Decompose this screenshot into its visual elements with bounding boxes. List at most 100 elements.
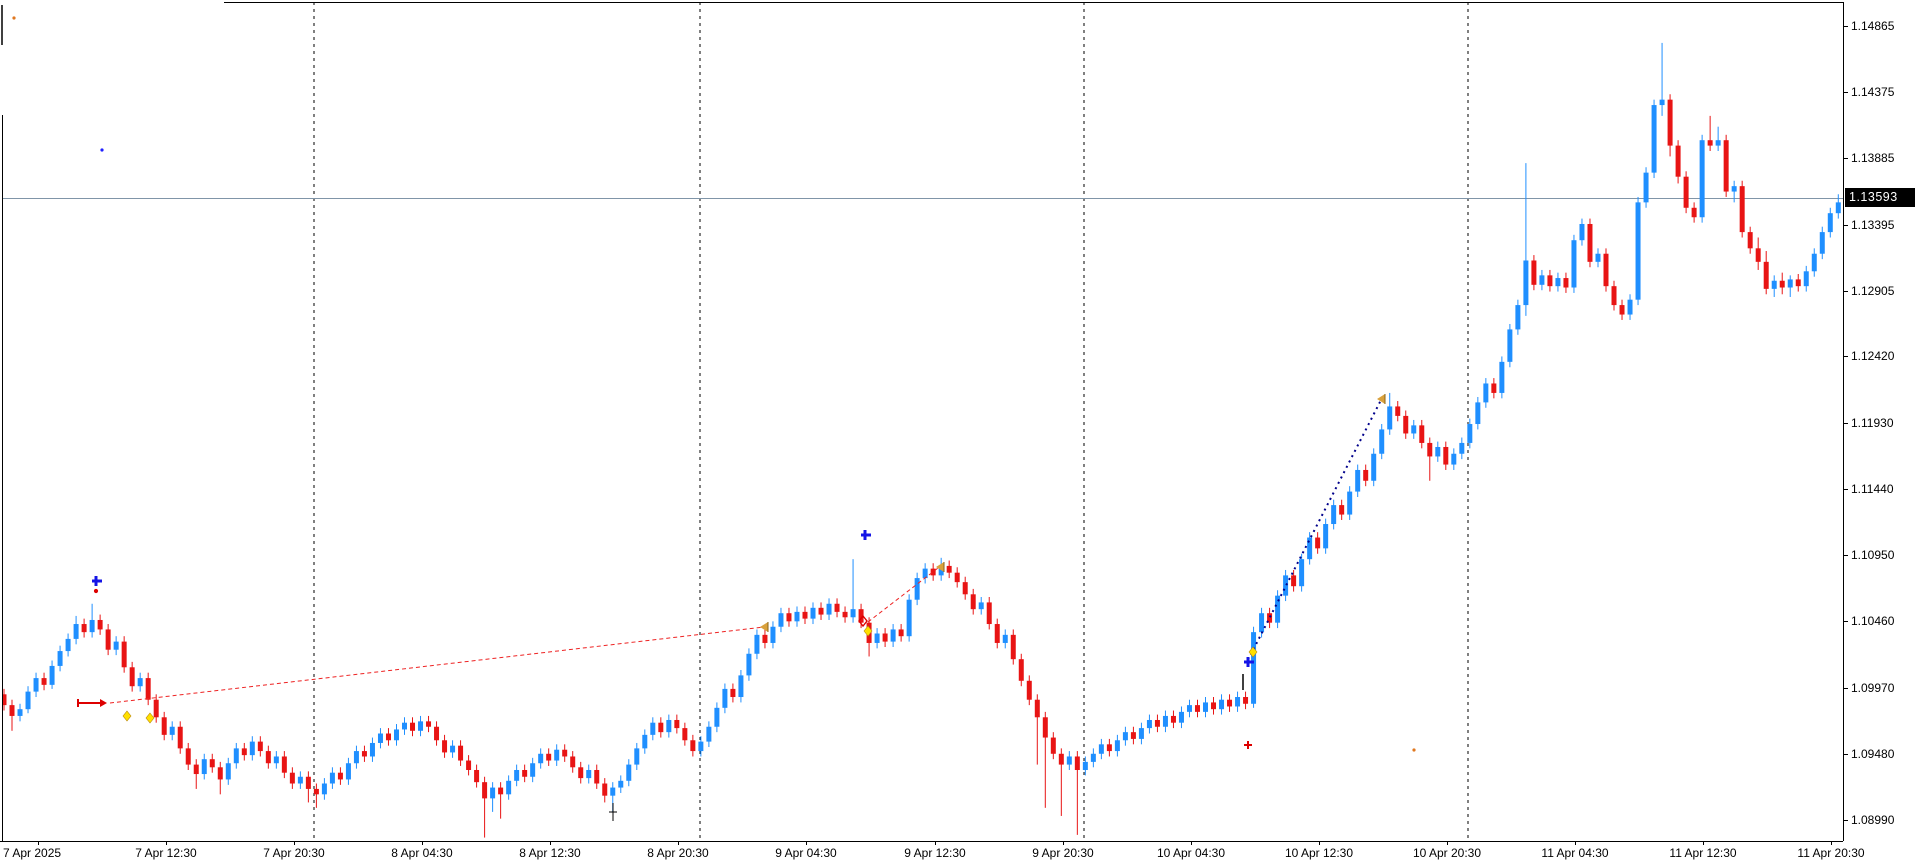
time-axis-label: 7 Apr 12:30	[135, 846, 197, 860]
candle-body	[458, 745, 464, 761]
candle-body	[305, 776, 311, 789]
price-axis-label: 1.10950	[1851, 548, 1895, 563]
candle-body	[1731, 186, 1737, 192]
price-axis-label: 1.11930	[1851, 415, 1894, 430]
candle-body	[1339, 505, 1345, 515]
price-axis-label: 1.12905	[1851, 283, 1895, 298]
time-axis-label: 8 Apr 04:30	[391, 846, 453, 860]
candle-body	[1635, 202, 1641, 300]
candle-body	[209, 759, 215, 768]
candle-body	[1699, 140, 1705, 218]
time-axis-label: 9 Apr 20:30	[1032, 846, 1094, 860]
candle-body	[586, 769, 592, 779]
candle-body	[1178, 711, 1184, 723]
candle-body	[634, 748, 640, 765]
candle-body	[746, 653, 752, 676]
candlestick-chart[interactable]: 1.14865 1.14375 1.13885 1.13395 1.12905 1.124…	[0, 0, 1916, 867]
candle-body	[402, 722, 407, 730]
candle-body	[1042, 717, 1048, 738]
candle-body	[1619, 305, 1625, 315]
candle-body	[1074, 756, 1080, 770]
time-axis-label: 9 Apr 12:30	[904, 846, 966, 860]
candle-body	[1523, 260, 1529, 306]
candle-body	[834, 603, 840, 612]
candle-body	[313, 788, 319, 795]
candle-body	[337, 772, 343, 780]
candle-body	[650, 722, 656, 735]
yellow-diamond-marker	[145, 712, 155, 724]
candle-body	[57, 651, 63, 666]
candle-body	[1235, 697, 1241, 707]
candle-body	[770, 626, 776, 643]
candle-body	[1683, 176, 1689, 208]
time-axis-label: 11 Apr 20:30	[1797, 846, 1865, 860]
candle-body	[522, 769, 528, 777]
candle-body	[1771, 280, 1777, 289]
candle-body	[962, 582, 968, 595]
chart-plot-area[interactable]	[0, 0, 1916, 867]
candle-body	[1795, 279, 1801, 287]
candle-body	[1227, 699, 1233, 707]
price-axis-label: 1.09480	[1851, 746, 1895, 761]
candle-body	[618, 780, 624, 788]
candle-body	[850, 609, 856, 618]
candle-body	[882, 633, 888, 642]
candle-body	[97, 619, 103, 630]
candle-body	[1411, 425, 1417, 434]
candle-body	[105, 629, 111, 650]
candle-body	[49, 665, 55, 685]
candle-body	[129, 667, 135, 687]
candle-body	[786, 613, 792, 622]
candle-body	[1819, 232, 1825, 254]
candle-body	[1563, 278, 1569, 288]
time-axis-label: 11 Apr 04:30	[1541, 846, 1609, 860]
candle-body	[562, 749, 568, 757]
candle-body	[1515, 305, 1521, 330]
candle-body	[890, 629, 896, 642]
candle-body	[418, 721, 424, 731]
price-axis-label: 1.10460	[1851, 614, 1895, 629]
candle-body	[738, 675, 744, 698]
candle-body	[321, 783, 327, 795]
candle-body	[201, 759, 207, 775]
candle-body	[345, 763, 351, 780]
candle-body	[898, 629, 904, 637]
candle-body	[1146, 719, 1152, 729]
time-axis-label: 9 Apr 04:30	[775, 846, 837, 860]
red-arrow-marker	[100, 699, 107, 707]
candle-body	[1499, 361, 1505, 393]
candle-body	[546, 753, 552, 761]
candle-body	[826, 603, 832, 615]
candle-body	[1659, 99, 1665, 106]
candle-body	[498, 787, 504, 795]
candle-body	[730, 688, 736, 698]
candle-body	[802, 611, 808, 619]
time-axis-label: 7 Apr 20:30	[263, 846, 325, 860]
candle-body	[690, 740, 696, 752]
candle-body	[722, 688, 728, 708]
candle-body	[1507, 329, 1513, 362]
candle-body	[81, 624, 87, 633]
candle-body	[9, 705, 15, 716]
candle-body	[369, 742, 375, 757]
candle-body	[33, 678, 39, 692]
candle-body	[25, 691, 31, 710]
candle-body	[265, 751, 271, 764]
candle-body	[442, 740, 448, 753]
candle-body	[1219, 699, 1225, 710]
candle-body	[1186, 705, 1192, 712]
candle-body	[1459, 442, 1465, 454]
candle-body	[1427, 442, 1433, 457]
candle-body	[241, 748, 247, 756]
candle-body	[17, 709, 23, 716]
candle-body	[1451, 453, 1457, 465]
navy-trendline	[1247, 399, 1382, 661]
candle-body	[393, 729, 399, 741]
candle-body	[514, 769, 520, 781]
candle-body	[626, 764, 632, 781]
candle-body	[41, 678, 47, 685]
candle-body	[1058, 753, 1064, 765]
candle-body	[1347, 491, 1353, 515]
candle-body	[1435, 446, 1441, 457]
candle-body	[682, 728, 688, 741]
